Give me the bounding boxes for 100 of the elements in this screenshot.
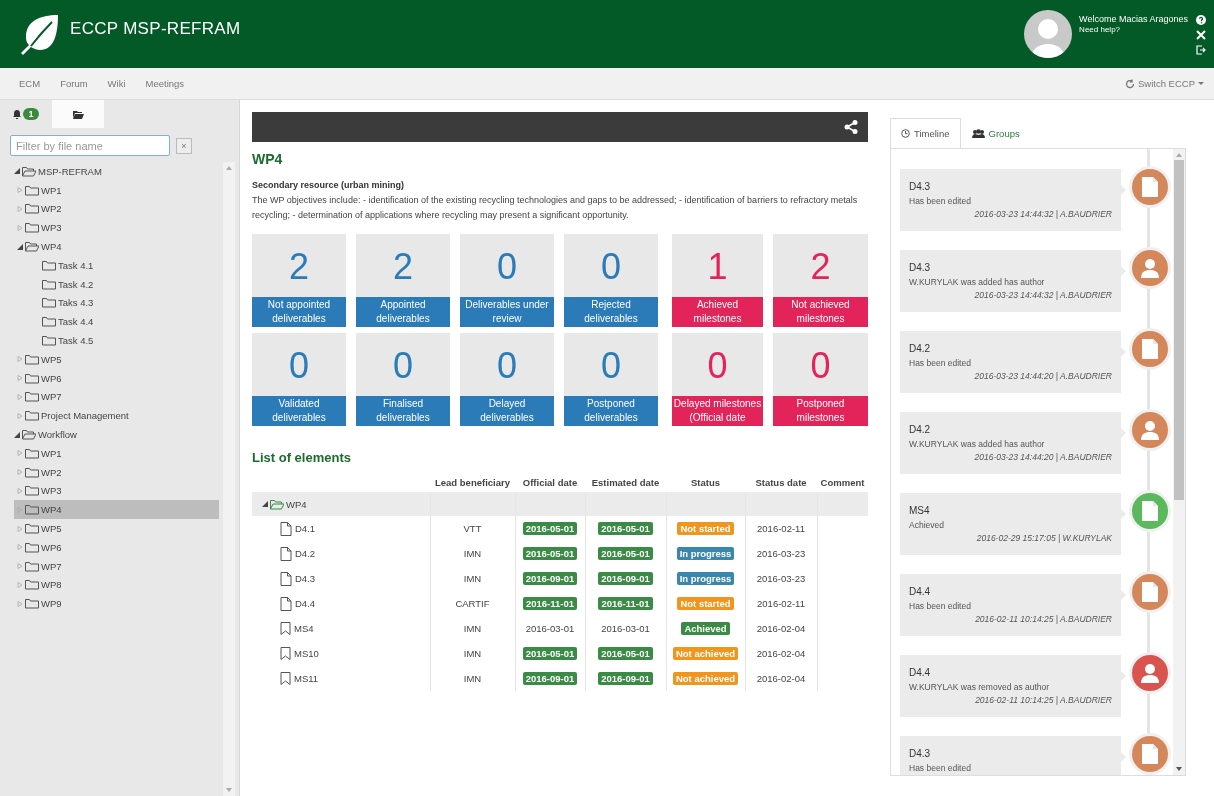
- tree-item[interactable]: WP2: [14, 462, 219, 482]
- logout-icon[interactable]: [1196, 45, 1206, 55]
- stat-tile[interactable]: 0 Delayed milestones (Official date: [672, 333, 763, 426]
- stat-tile[interactable]: 2 Not achieved milestones: [773, 234, 868, 327]
- tree-item[interactable]: Workflow: [14, 425, 219, 444]
- expand-icon[interactable]: [17, 187, 23, 194]
- stat-value: 2: [809, 244, 832, 289]
- scroll-up-icon[interactable]: [226, 166, 232, 170]
- entry-meta: 2016-03-23 14:44:20 | A.BAUDRIER: [973, 371, 1112, 381]
- filter-field[interactable]: Filter by file name: [10, 135, 170, 156]
- nav-link[interactable]: Meetings: [145, 78, 185, 89]
- people-icon: [971, 129, 985, 138]
- tree-item[interactable]: WP6: [14, 368, 219, 388]
- column-header: Lead beneficiary: [430, 472, 515, 492]
- tree-item[interactable]: WP5: [14, 519, 219, 538]
- stat-tile[interactable]: 2 Not appointed deliverables: [252, 234, 346, 327]
- tree-item[interactable]: WP7: [14, 556, 219, 576]
- element-name[interactable]: D4.4: [295, 598, 316, 609]
- folder-icon: [42, 297, 56, 309]
- expand-icon[interactable]: [17, 375, 23, 382]
- files-tab[interactable]: [52, 100, 104, 128]
- help-link[interactable]: Need help?: [1079, 25, 1188, 34]
- nav-link[interactable]: Forum: [60, 78, 88, 89]
- help-icon[interactable]: [1196, 15, 1206, 25]
- tree-item[interactable]: Project Management: [14, 406, 219, 426]
- expand-icon[interactable]: [17, 581, 23, 588]
- element-name[interactable]: MS4: [294, 623, 314, 634]
- element-name[interactable]: D4.2: [295, 548, 316, 559]
- tree-item[interactable]: Taks 4.3: [14, 293, 219, 313]
- tree-item[interactable]: WP4: [14, 237, 219, 256]
- welcome-text: Welcome Macias Aragones: [1079, 14, 1188, 24]
- tree-item[interactable]: Task 4.5: [14, 331, 219, 350]
- tools-icon[interactable]: [1196, 30, 1206, 40]
- stat-tile[interactable]: 0 Postponed deliverables: [564, 333, 658, 426]
- stat-tile[interactable]: 0 Postponed milestones: [773, 333, 868, 426]
- tree-item[interactable]: Task 4.1: [14, 256, 219, 275]
- tree-item[interactable]: WP2: [14, 199, 219, 219]
- timeline-tab[interactable]: Timeline: [890, 118, 961, 148]
- stat-tile[interactable]: 1 Achieved milestones: [672, 234, 763, 327]
- table-cell: VTT: [430, 516, 515, 541]
- stat-label: Postponed deliverables: [564, 396, 658, 426]
- stat-tile[interactable]: 0 Validated deliverables: [252, 333, 346, 426]
- tree-item[interactable]: WP5: [14, 349, 219, 369]
- document-icon: [1142, 582, 1158, 602]
- element-name[interactable]: MS10: [294, 648, 319, 659]
- folder-icon: [25, 598, 39, 610]
- scrollbar[interactable]: [1173, 149, 1185, 775]
- element-name[interactable]: MS11: [294, 673, 319, 684]
- element-name[interactable]: D4.3: [295, 573, 316, 584]
- stat-tile[interactable]: 0 Deliverables under review: [460, 234, 554, 327]
- expand-icon[interactable]: [17, 469, 23, 476]
- tree-item[interactable]: WP4: [14, 500, 219, 520]
- avatar[interactable]: [1024, 10, 1073, 58]
- expand-icon[interactable]: [17, 563, 23, 570]
- stat-tile[interactable]: 0 Finalised deliverables: [356, 333, 450, 426]
- expand-icon[interactable]: [17, 450, 23, 457]
- stat-tile[interactable]: 0 Delayed deliverables: [460, 333, 554, 426]
- tree-item[interactable]: Task 4.4: [14, 312, 219, 332]
- stat-tile[interactable]: 0 Rejected deliverables: [564, 234, 658, 327]
- tree-item[interactable]: WP3: [14, 481, 219, 501]
- expand-icon[interactable]: [17, 412, 23, 419]
- expand-icon[interactable]: [17, 525, 23, 532]
- date-label: 2016-11-01: [522, 597, 578, 610]
- collapse-icon[interactable]: [14, 168, 20, 175]
- collapse-icon[interactable]: [14, 431, 20, 438]
- tree-item[interactable]: MSP-REFRAM: [14, 162, 219, 181]
- tree-item[interactable]: Task 4.2: [14, 274, 219, 294]
- groups-tab[interactable]: Groups: [960, 118, 1031, 148]
- tree-item[interactable]: WP8: [14, 575, 219, 595]
- switch-button[interactable]: Switch ECCP: [1125, 78, 1204, 89]
- clear-button[interactable]: ×: [176, 137, 192, 154]
- expand-icon[interactable]: [17, 356, 23, 363]
- nav-link[interactable]: Wiki: [107, 78, 126, 89]
- folder-icon: [25, 222, 39, 234]
- scroll-down-icon[interactable]: [1176, 767, 1182, 771]
- tree-item[interactable]: WP6: [14, 537, 219, 557]
- expand-icon[interactable]: [17, 600, 23, 607]
- expand-icon[interactable]: [17, 224, 23, 231]
- expand-icon[interactable]: [17, 206, 23, 212]
- tree-item[interactable]: WP9: [14, 594, 219, 614]
- stat-tile[interactable]: 2 Appointed deliverables: [356, 234, 450, 327]
- status-badge: Not started: [677, 522, 734, 535]
- scroll-up-icon[interactable]: [1176, 153, 1182, 157]
- share-icon[interactable]: [844, 120, 858, 134]
- expand-icon[interactable]: [17, 487, 23, 494]
- tree-item[interactable]: WP1: [14, 443, 219, 463]
- tree-item[interactable]: WP7: [14, 387, 219, 407]
- expand-icon[interactable]: [17, 544, 23, 551]
- element-name[interactable]: D4.1: [295, 523, 316, 534]
- tree-item[interactable]: WP3: [14, 218, 219, 238]
- nav-link[interactable]: ECM: [19, 78, 41, 89]
- collapse-icon[interactable]: [17, 243, 23, 250]
- stat-label: Validated deliverables: [252, 396, 346, 426]
- collapse-icon[interactable]: [262, 501, 268, 507]
- scroll-thumb[interactable]: [1174, 160, 1184, 500]
- tree-item[interactable]: WP1: [14, 180, 219, 200]
- expand-icon[interactable]: [17, 393, 23, 400]
- entry-meta: 2016-03-23 14:44:32 | A.BAUDRIER: [973, 290, 1112, 300]
- date-label: 2016-05-01: [598, 647, 653, 660]
- scrollbar[interactable]: [223, 162, 235, 796]
